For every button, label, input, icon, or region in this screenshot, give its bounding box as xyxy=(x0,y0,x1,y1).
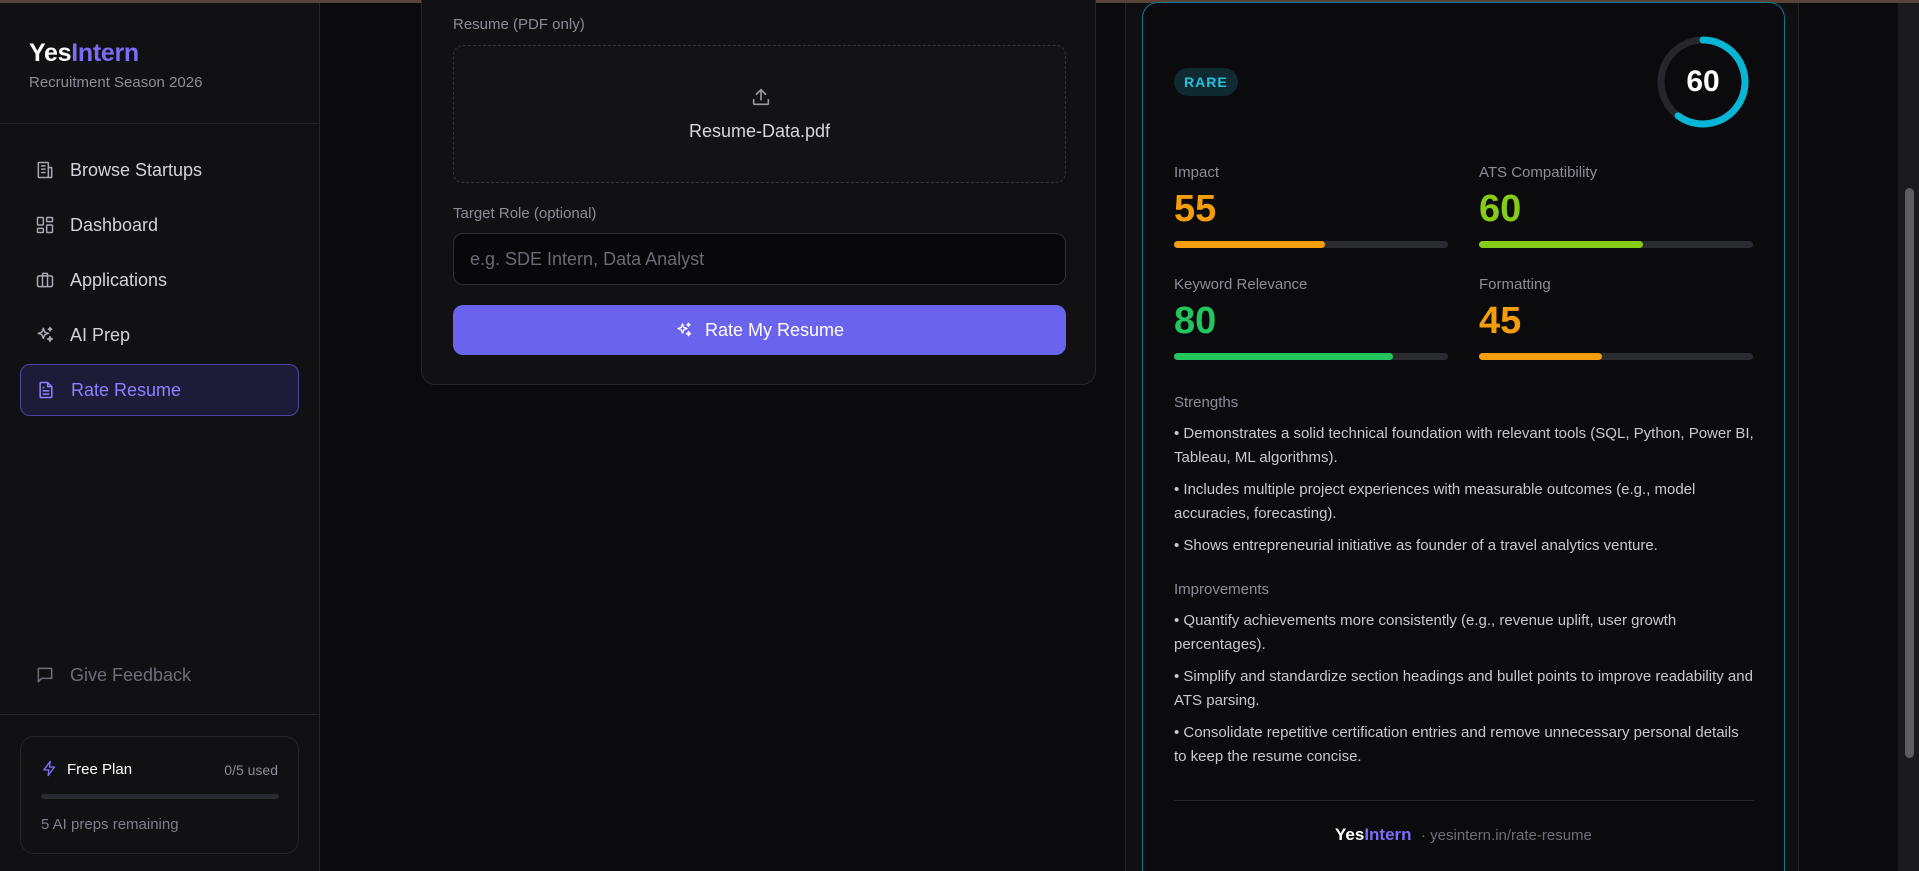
plan-remaining: 5 AI preps remaining xyxy=(41,816,179,833)
improvement-item: • Quantify achievements more consistentl… xyxy=(1174,612,1677,653)
metric-label-impact: Impact xyxy=(1174,164,1220,181)
sidebar-item-label: Applications xyxy=(70,269,168,290)
plan-usage-bar xyxy=(41,794,279,799)
brand-subtitle: Recruitment Season 2026 xyxy=(29,74,203,91)
metric-label-keyword: Keyword Relevance xyxy=(1174,276,1308,293)
file-text-icon xyxy=(35,379,57,401)
zap-icon xyxy=(41,760,58,782)
metric-bar-ats xyxy=(1479,241,1753,248)
resume-form-card: Resume (PDF only) Resume-Data.pdf Target… xyxy=(421,0,1096,385)
give-feedback-label: Give Feedback xyxy=(70,664,192,685)
sidebar-item-label: AI Prep xyxy=(70,324,131,345)
sidebar-item-label: Browse Startups xyxy=(70,159,203,180)
plan-card: Free Plan 0/5 used 5 AI preps remaining xyxy=(20,736,299,854)
strength-item: • Includes multiple project experiences … xyxy=(1174,481,1696,522)
sidebar-item-ai-prep[interactable]: AI Prep xyxy=(20,309,299,361)
uploaded-file-name: Resume-Data.pdf xyxy=(688,121,831,141)
sidebar-item-dashboard[interactable]: Dashboard xyxy=(20,199,299,251)
metric-bar-impact xyxy=(1174,241,1448,248)
metric-value-ats: 60 xyxy=(1479,188,1522,230)
card-divider xyxy=(1174,800,1754,801)
strengths-title: Strengths xyxy=(1174,394,1239,411)
sidebar-divider xyxy=(0,123,320,124)
target-role-label: Target Role (optional) xyxy=(453,205,597,222)
sparkles-icon xyxy=(34,324,56,346)
rate-button-label: Rate My Resume xyxy=(704,319,845,340)
sidebar-item-applications[interactable]: Applications xyxy=(20,254,299,306)
metric-label-formatting: Formatting xyxy=(1479,276,1551,293)
overall-score: 60 xyxy=(1686,65,1720,98)
metric-value-impact: 55 xyxy=(1174,188,1217,230)
rarity-badge: RARE xyxy=(1174,68,1238,96)
resume-dropzone[interactable]: Resume-Data.pdf xyxy=(453,45,1066,183)
strength-item: • Demonstrates a solid technical foundat… xyxy=(1174,425,1754,466)
improvement-item: • Consolidate repetitive certification e… xyxy=(1174,724,1739,765)
building-icon xyxy=(34,159,56,181)
brand-logo[interactable]: YesIntern xyxy=(29,39,139,68)
message-square-icon xyxy=(34,664,56,686)
brand-part-2: Intern xyxy=(71,39,139,67)
sidebar: YesIntern Recruitment Season 2026 Browse… xyxy=(0,3,320,871)
plan-title: Free Plan xyxy=(67,761,133,778)
metric-value-formatting: 45 xyxy=(1479,300,1522,342)
metric-bar-formatting xyxy=(1479,353,1753,360)
footer-url: · yesintern.in/rate-resume xyxy=(1421,827,1592,844)
metric-label-ats: ATS Compatibility xyxy=(1479,164,1598,181)
rate-my-resume-button[interactable]: Rate My Resume xyxy=(453,305,1066,355)
sidebar-item-label: Rate Resume xyxy=(71,379,182,400)
sparkles-icon xyxy=(675,321,693,339)
sidebar-item-rate-resume[interactable]: Rate Resume xyxy=(20,364,299,416)
improvement-item: • Simplify and standardize section headi… xyxy=(1174,668,1753,709)
upload-icon xyxy=(750,86,772,113)
grid-icon xyxy=(34,214,56,236)
metric-bar-keyword xyxy=(1174,353,1448,360)
sidebar-divider xyxy=(0,714,320,715)
resume-result-card: RARE 60 Impact 55 ATS Compatibility 60 K… xyxy=(1142,2,1785,871)
briefcase-icon xyxy=(34,269,56,291)
metric-value-keyword: 80 xyxy=(1174,300,1217,342)
plan-usage: 0/5 used xyxy=(224,762,278,778)
brand-part-1: Yes xyxy=(29,39,72,67)
sidebar-item-browse-startups[interactable]: Browse Startups xyxy=(20,144,299,196)
sidebar-item-label: Dashboard xyxy=(70,214,159,235)
target-role-input[interactable] xyxy=(453,233,1066,285)
scrollbar-thumb[interactable] xyxy=(1905,188,1914,758)
give-feedback-link[interactable]: Give Feedback xyxy=(20,649,299,701)
footer-brand: YesIntern xyxy=(1335,825,1412,845)
strength-item: • Shows entrepreneurial initiative as fo… xyxy=(1174,537,1658,554)
resume-field-label: Resume (PDF only) xyxy=(453,16,585,33)
improvements-title: Improvements xyxy=(1174,581,1270,598)
footer-brand-part-2: Intern xyxy=(1364,825,1412,844)
footer-brand-part-1: Yes xyxy=(1335,825,1365,844)
